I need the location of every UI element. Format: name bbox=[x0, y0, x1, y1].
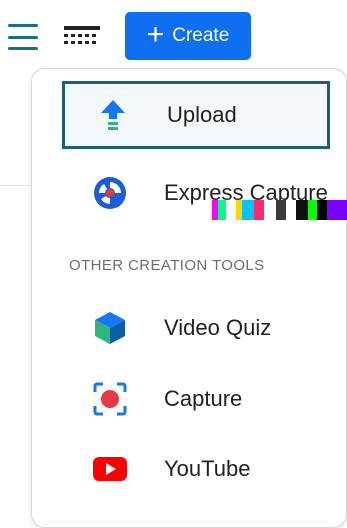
upload-arrow-icon bbox=[100, 99, 126, 131]
menu-item-video-quiz[interactable]: Video Quiz bbox=[62, 294, 330, 362]
create-dropdown-menu: Upload Express Capture OTHER CREATION TO… bbox=[31, 68, 347, 528]
section-header: OTHER CREATION TOOLS bbox=[69, 257, 265, 274]
menu-item-capture[interactable]: Capture bbox=[62, 365, 330, 433]
menu-bar bbox=[8, 24, 38, 27]
grid-view-icon[interactable] bbox=[62, 24, 102, 48]
menu-item-label: Upload bbox=[167, 102, 237, 127]
hamburger-menu-icon[interactable] bbox=[8, 24, 38, 50]
menu-item-label: Video Quiz bbox=[164, 315, 272, 340]
express-capture-icon bbox=[93, 176, 127, 210]
menu-bar bbox=[8, 47, 38, 50]
menu-bar bbox=[8, 35, 38, 39]
create-button-label: Create bbox=[172, 25, 230, 46]
plus-icon: + bbox=[146, 17, 165, 51]
menu-item-upload[interactable]: Upload bbox=[62, 81, 330, 149]
youtube-icon bbox=[93, 457, 127, 481]
menu-item-label: Capture bbox=[164, 386, 243, 411]
menu-item-label: YouTube bbox=[164, 456, 251, 481]
cube-icon bbox=[94, 311, 126, 345]
menu-item-youtube[interactable]: YouTube bbox=[62, 435, 330, 503]
capture-record-icon bbox=[93, 382, 127, 416]
render-glitch bbox=[198, 200, 347, 220]
create-button[interactable]: + Create bbox=[125, 12, 251, 60]
page-divider bbox=[0, 185, 32, 186]
